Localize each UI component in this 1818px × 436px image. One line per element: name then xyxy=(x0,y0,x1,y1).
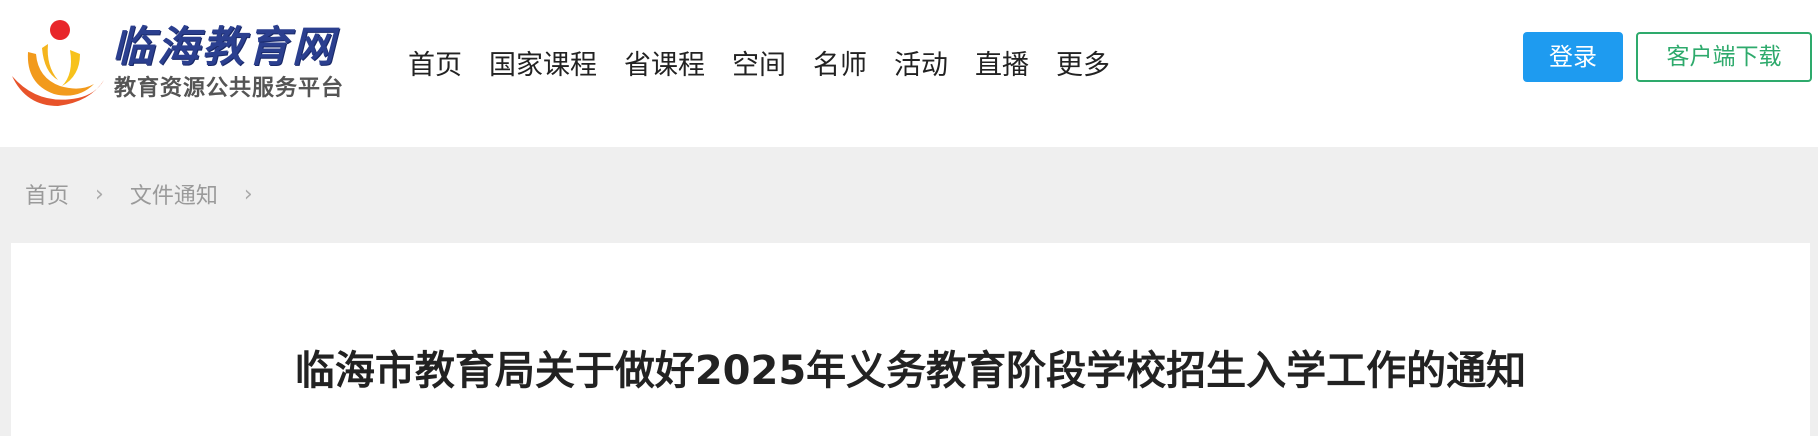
nav-item-activities[interactable]: 活动 xyxy=(894,44,948,88)
breadcrumb-item-home[interactable]: 首页 xyxy=(25,178,69,210)
chevron-right-icon: › xyxy=(95,181,104,207)
chevron-right-icon: › xyxy=(243,181,253,207)
logo-mark-icon xyxy=(12,20,104,106)
site-logo[interactable]: 临海教育网 教育资源公共服务平台 xyxy=(8,14,360,114)
nav-item-national-courses[interactable]: 国家课程 xyxy=(489,44,597,88)
nav-item-famous-teachers[interactable]: 名师 xyxy=(813,44,867,88)
nav-item-provincial-courses[interactable]: 省课程 xyxy=(624,44,705,88)
logo-title: 临海教育网 xyxy=(112,22,338,71)
logo-subtitle: 教育资源公共服务平台 xyxy=(114,76,345,101)
nav-item-home[interactable]: 首页 xyxy=(408,44,462,88)
breadcrumb: 首页 › 文件通知 › xyxy=(25,176,279,212)
article-card: 临海市教育局关于做好2025年义务教育阶段学校招生入学工作的通知 xyxy=(11,243,1810,436)
client-download-button[interactable]: 客户端下载 xyxy=(1636,32,1812,82)
breadcrumb-item-notices[interactable]: 文件通知 xyxy=(130,178,218,210)
site-header: 临海教育网 教育资源公共服务平台 首页 国家课程 省课程 空间 名师 活动 直播… xyxy=(0,0,1818,147)
nav-item-live[interactable]: 直播 xyxy=(975,44,1029,88)
login-button[interactable]: 登录 xyxy=(1523,32,1623,82)
nav-item-space[interactable]: 空间 xyxy=(732,44,786,88)
nav-item-more[interactable]: 更多 xyxy=(1056,44,1110,88)
article-title: 临海市教育局关于做好2025年义务教育阶段学校招生入学工作的通知 xyxy=(294,348,1527,394)
main-nav: 首页 国家课程 省课程 空间 名师 活动 直播 更多 xyxy=(408,44,1137,88)
